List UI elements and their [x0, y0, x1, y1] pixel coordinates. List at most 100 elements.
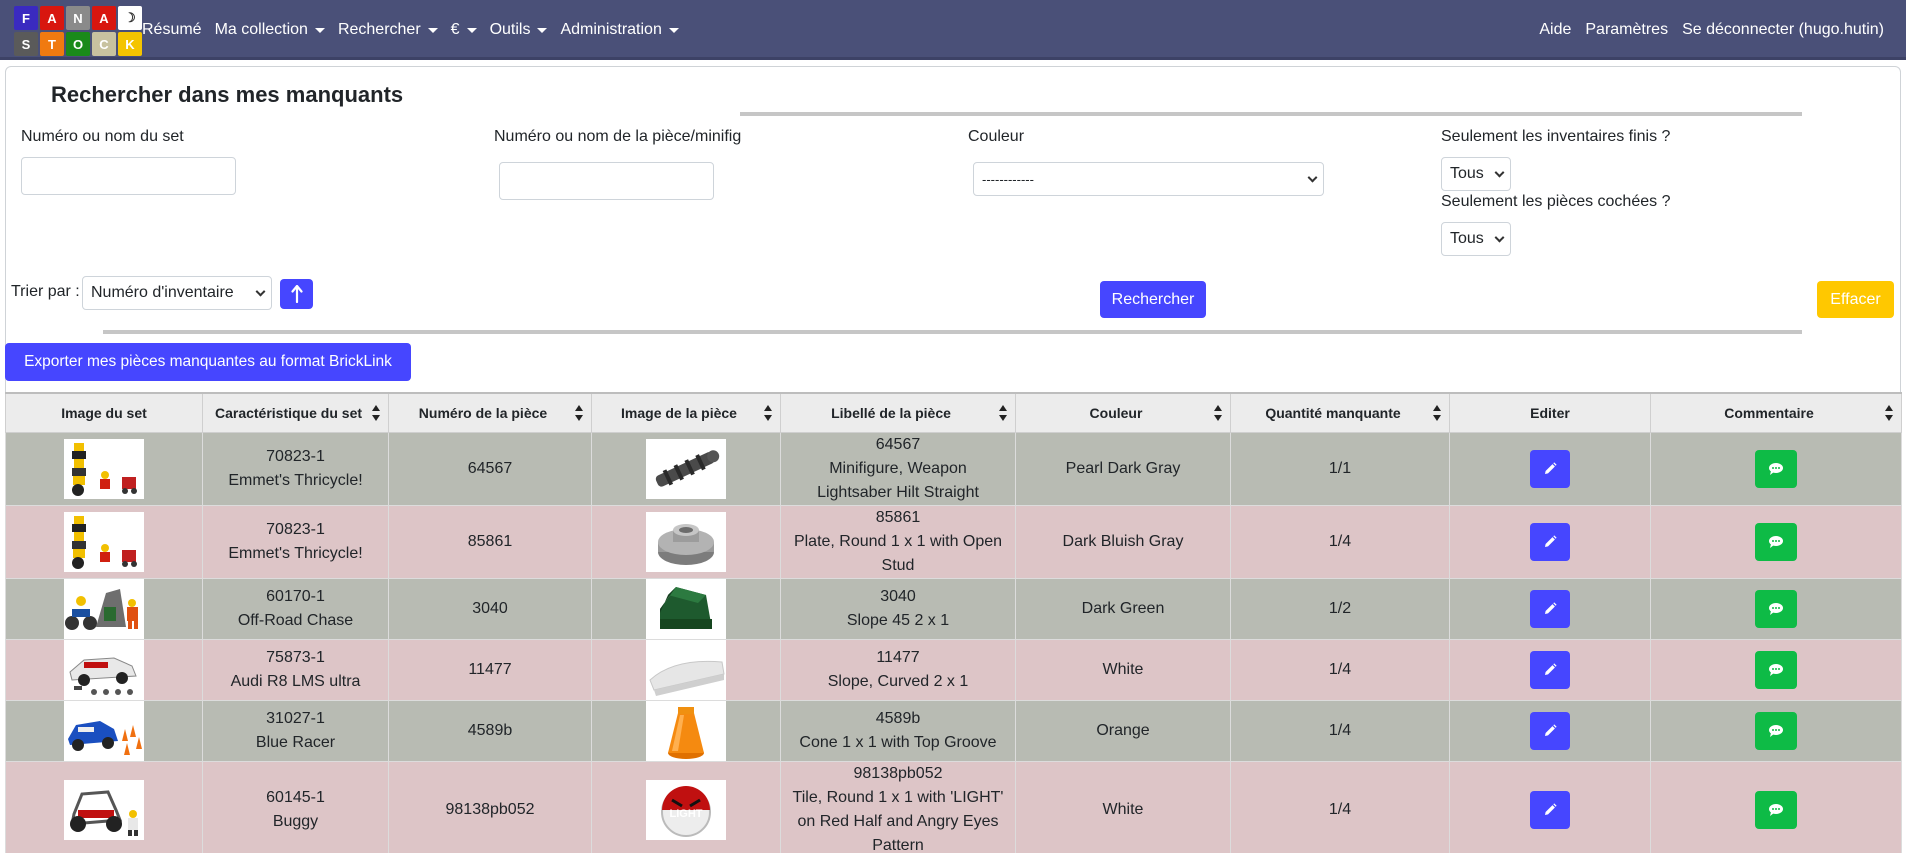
column-header-3[interactable]: Image de la pièce	[591, 392, 781, 433]
set-image-cell	[5, 577, 203, 640]
logo-letter: ☽	[118, 6, 142, 30]
clear-button[interactable]: Effacer	[1817, 281, 1894, 318]
nav-item-0[interactable]: Résumé	[142, 21, 202, 39]
part-label-cell: 98138pb052 Tile, Round 1 x 1 with 'LIGHT'…	[780, 760, 1016, 853]
finished-select[interactable]: Tous	[1441, 157, 1511, 191]
edit-cell	[1449, 760, 1651, 853]
comment-icon	[1769, 535, 1783, 548]
comment-button[interactable]	[1755, 449, 1797, 488]
set-image[interactable]	[64, 779, 144, 840]
set-search-input[interactable]	[21, 157, 236, 195]
edit-button[interactable]	[1530, 522, 1570, 561]
part-image[interactable]	[646, 639, 726, 700]
set-number[interactable]: 75873-1	[207, 646, 384, 670]
part-label-line: 11477	[876, 648, 920, 666]
nav-item-4[interactable]: Outils	[490, 21, 548, 39]
part-label-cell: 85861 Plate, Round 1 x 1 with Open Stud	[780, 504, 1016, 579]
part-number-cell: 64567	[388, 431, 592, 506]
sort-direction-button[interactable]	[280, 279, 313, 309]
part-search-input[interactable]	[499, 162, 714, 200]
set-image[interactable]	[64, 511, 144, 572]
edit-cell	[1449, 577, 1651, 640]
comment-button[interactable]	[1755, 790, 1797, 829]
pencil-icon	[1545, 601, 1557, 614]
column-header-2[interactable]: Numéro de la pièce	[388, 392, 592, 433]
fanastock-logo[interactable]: F A N A ☽ S T O C K	[14, 6, 142, 56]
export-bricklink-button[interactable]: Exporter mes pièces manquantes au format…	[5, 343, 411, 381]
comment-button[interactable]	[1755, 650, 1797, 689]
comment-icon	[1769, 803, 1783, 816]
chevron-down-icon	[255, 286, 266, 297]
chevron-down-icon	[1494, 232, 1505, 243]
set-number[interactable]: 60145-1	[207, 786, 384, 810]
comment-cell	[1650, 638, 1902, 701]
part-image[interactable]: LIGHT	[646, 779, 726, 840]
comment-button[interactable]	[1755, 589, 1797, 628]
part-image[interactable]	[646, 578, 726, 639]
color-cell: White	[1015, 760, 1231, 853]
caret-down-icon	[537, 27, 548, 33]
nav-item-label: Résumé	[142, 21, 202, 38]
missing-qty-cell: 1/4	[1230, 699, 1450, 762]
comment-cell	[1650, 760, 1902, 853]
table-row: 75873-1 Audi R8 LMS ultra 11477 11477 Slope,…	[5, 638, 1902, 701]
pencil-icon	[1545, 723, 1557, 736]
search-button[interactable]: Rechercher	[1100, 281, 1206, 318]
part-label-line: on Red Half and Angry Eyes	[797, 812, 999, 830]
set-image[interactable]	[64, 639, 144, 700]
part-number-cell: 85861	[388, 504, 592, 579]
column-header-8[interactable]: Commentaire	[1650, 392, 1902, 433]
nav-item-2[interactable]: Rechercher	[338, 21, 438, 39]
edit-button[interactable]	[1530, 449, 1570, 488]
nav-item-3[interactable]: €	[451, 21, 477, 39]
nav-item-5[interactable]: Administration	[560, 21, 679, 39]
set-image-cell	[5, 431, 203, 506]
part-image[interactable]	[646, 511, 726, 572]
color-cell: Dark Bluish Gray	[1015, 504, 1231, 579]
logo-letter: K	[118, 32, 142, 56]
caret-down-icon	[427, 27, 438, 33]
column-header-1[interactable]: Caractéristique du set	[202, 392, 389, 433]
checked-select[interactable]: Tous	[1441, 222, 1511, 256]
part-image-cell	[591, 431, 781, 506]
comment-button[interactable]	[1755, 522, 1797, 561]
nav-right-item-0[interactable]: Aide	[1539, 21, 1571, 39]
sort-arrows-icon	[372, 404, 380, 421]
nav-right-item-2[interactable]: Se déconnecter (hugo.hutin)	[1682, 21, 1884, 39]
edit-cell	[1449, 431, 1651, 506]
logo-letter: S	[14, 32, 38, 56]
edit-button[interactable]	[1530, 711, 1570, 750]
nav-item-1[interactable]: Ma collection	[215, 21, 325, 39]
top-navbar: F A N A ☽ S T O C K Résumé Ma collection Rechercher…	[0, 0, 1906, 60]
set-image[interactable]	[64, 700, 144, 761]
set-image[interactable]	[64, 438, 144, 499]
set-number[interactable]: 31027-1	[207, 707, 384, 731]
set-image-cell	[5, 760, 203, 853]
nav-item-label: Outils	[489, 21, 531, 38]
comment-button[interactable]	[1755, 711, 1797, 750]
nav-right-item-1[interactable]: Paramètres	[1585, 21, 1668, 39]
column-header-7: Editer	[1449, 392, 1651, 433]
edit-button[interactable]	[1530, 650, 1570, 689]
sort-select[interactable]: Numéro d'inventaire	[82, 276, 272, 310]
part-image[interactable]	[646, 700, 726, 761]
pencil-icon	[1545, 534, 1557, 547]
comment-cell	[1650, 577, 1902, 640]
set-number[interactable]: 60170-1	[207, 585, 384, 609]
logo-letter: F	[14, 6, 38, 30]
column-header-5[interactable]: Couleur	[1015, 392, 1231, 433]
set-number[interactable]: 70823-1	[207, 445, 384, 469]
comment-icon	[1769, 602, 1783, 615]
set-number[interactable]: 70823-1	[207, 518, 384, 542]
column-header-4[interactable]: Libellé de la pièce	[780, 392, 1016, 433]
edit-button[interactable]	[1530, 790, 1570, 829]
color-select[interactable]: ------------	[973, 162, 1324, 196]
column-header-label: Libellé de la pièce	[831, 404, 951, 421]
sort-arrows-icon	[1433, 404, 1441, 421]
edit-button[interactable]	[1530, 589, 1570, 628]
part-image[interactable]	[646, 438, 726, 499]
sort-arrows-icon	[575, 404, 583, 421]
set-image[interactable]	[64, 578, 144, 639]
column-header-6[interactable]: Quantité manquante	[1230, 392, 1450, 433]
part-label-line: Plate, Round 1 x 1 with Open	[793, 532, 1003, 550]
